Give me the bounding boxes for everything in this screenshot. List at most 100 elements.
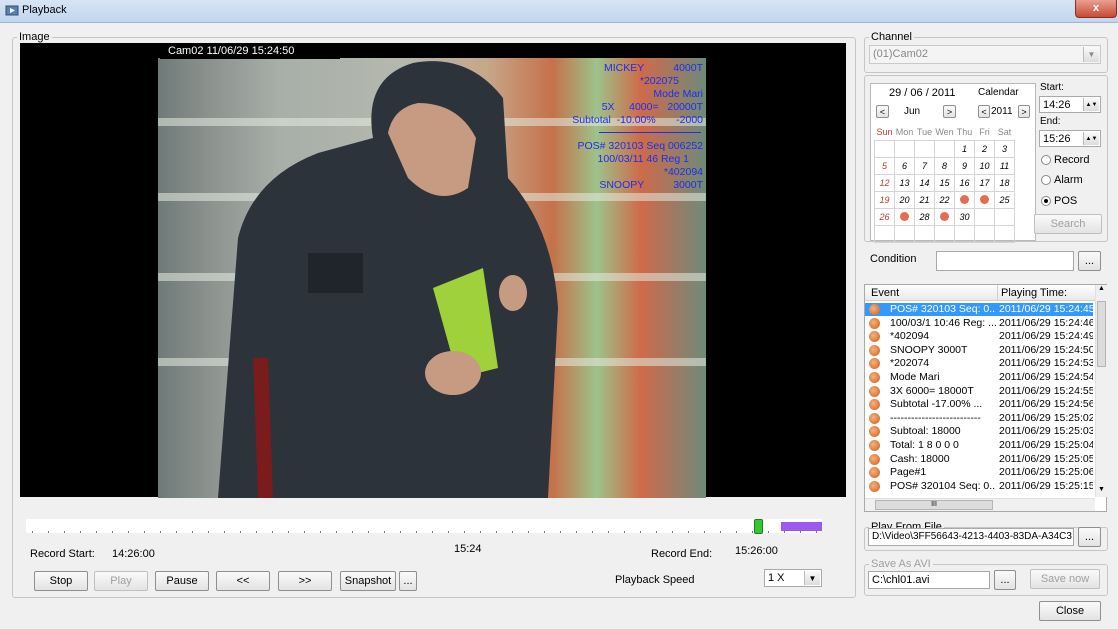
event-row[interactable]: Mode Mari 2011/06/29 15:24:54 (865, 371, 1093, 384)
event-list-hscrollbar[interactable]: III (865, 498, 1095, 511)
calendar-day[interactable] (934, 208, 955, 226)
calendar-day[interactable]: 3 (994, 140, 1015, 158)
calendar-day[interactable]: 22 (934, 191, 955, 209)
calendar-day[interactable] (994, 208, 1015, 226)
play-from-file-path[interactable]: D:\Video\3FF56643-4213-4403-83DA-A34C3 (868, 528, 1074, 546)
fast-forward-button[interactable]: >> (278, 571, 332, 591)
calendar-day[interactable] (894, 140, 915, 158)
event-column-header[interactable]: Event (871, 287, 899, 299)
stop-button[interactable]: Stop (34, 571, 88, 591)
event-row[interactable]: Subtotal -17.00% ... 2011/06/29 15:24:56 (865, 398, 1093, 411)
save-avi-browse-button[interactable]: ... (994, 570, 1016, 590)
calendar-day[interactable] (894, 208, 915, 226)
end-time-input[interactable]: 15:26 ▲▼ (1039, 130, 1101, 147)
calendar-day[interactable]: 26 (874, 208, 895, 226)
calendar-day[interactable]: 25 (994, 191, 1015, 209)
event-row[interactable]: POS# 320103 Seq: 0... 2011/06/29 15:24:45 (865, 303, 1093, 316)
next-month-button[interactable]: > (943, 105, 956, 118)
calendar-day[interactable]: 20 (894, 191, 915, 209)
next-year-button[interactable]: > (1018, 105, 1030, 118)
calendar-day[interactable]: 30 (954, 208, 975, 226)
calendar-day[interactable] (974, 208, 995, 226)
calendar-day[interactable]: 2 (974, 140, 995, 158)
calendar-day[interactable]: 16 (954, 174, 975, 192)
event-row[interactable]: Subtoal: 18000 2011/06/29 15:25:03 (865, 425, 1093, 438)
calendar-day[interactable] (874, 225, 895, 243)
calendar-day[interactable]: 1 (954, 140, 975, 158)
calendar-day[interactable]: 19 (874, 191, 895, 209)
calendar-day[interactable]: 18 (994, 174, 1015, 192)
event-list[interactable]: Event Playing Time: POS# 320103 Seq: 0..… (864, 284, 1107, 512)
calendar-day[interactable] (954, 191, 975, 209)
event-row[interactable]: Page#1 2011/06/29 15:25:06 (865, 466, 1093, 479)
timeline-track[interactable] (26, 519, 822, 534)
event-row[interactable]: -------------------------- 2011/06/29 15:… (865, 412, 1093, 425)
calendar-day[interactable] (974, 191, 995, 209)
calendar-day[interactable]: 14 (914, 174, 935, 192)
playing-time-column-header[interactable]: Playing Time: (1001, 287, 1067, 299)
timeline-slider-handle[interactable] (754, 519, 763, 534)
vscroll-thumb[interactable] (1097, 301, 1106, 367)
calendar-day[interactable]: 10 (974, 157, 995, 175)
snapshot-button[interactable]: Snapshot (340, 571, 396, 591)
calendar-day[interactable]: 17 (974, 174, 995, 192)
start-time-input[interactable]: 14:26 ▲▼ (1039, 96, 1101, 113)
record-radio[interactable] (1041, 155, 1051, 165)
prev-month-button[interactable]: < (876, 105, 889, 118)
event-row[interactable]: SNOOPY 3000T 2011/06/29 15:24:50 (865, 344, 1093, 357)
channel-select[interactable]: (01)Cam02 ▼ (869, 45, 1101, 64)
event-row[interactable]: 100/03/1 10:46 Reg: ... 2011/06/29 15:24:… (865, 317, 1093, 330)
spinner-icon[interactable]: ▲▼ (1083, 132, 1099, 145)
prev-year-button[interactable]: < (978, 105, 990, 118)
calendar-day[interactable]: 12 (874, 174, 895, 192)
event-text: SNOOPY 3000T (890, 343, 968, 356)
pause-button[interactable]: Pause (155, 571, 209, 591)
pos-radio[interactable] (1041, 196, 1051, 206)
calendar-day[interactable]: 7 (914, 157, 935, 175)
calendar-day[interactable]: 6 (894, 157, 915, 175)
calendar-day[interactable] (954, 225, 975, 243)
calendar-day[interactable] (914, 225, 935, 243)
calendar-day[interactable]: 11 (994, 157, 1015, 175)
event-row[interactable]: POS# 320104 Seq: 0... 2011/06/29 15:25:15 (865, 480, 1093, 493)
hscroll-thumb[interactable]: III (875, 500, 993, 510)
calendar-day[interactable]: 5 (874, 157, 895, 175)
calendar-day[interactable] (934, 225, 955, 243)
search-button[interactable]: Search (1034, 214, 1102, 234)
calendar-day[interactable]: 15 (934, 174, 955, 192)
event-row[interactable]: *202074 2011/06/29 15:24:53 (865, 357, 1093, 370)
calendar-day[interactable] (914, 140, 935, 158)
calendar-day[interactable]: 8 (934, 157, 955, 175)
window-close-button[interactable]: x (1075, 0, 1117, 18)
rewind-button[interactable]: << (216, 571, 270, 591)
event-row[interactable]: Total: 1 8 0 0 0 2011/06/29 15:25:04 (865, 439, 1093, 452)
event-row[interactable]: 3X 6000= 18000T 2011/06/29 15:24:55 (865, 385, 1093, 398)
event-row[interactable]: Cash: 18000 2011/06/29 15:25:05 (865, 453, 1093, 466)
calendar[interactable]: 29 / 06 / 2011 Calendar < Jun > < 2011 >… (870, 83, 1036, 243)
snapshot-path-button[interactable]: ... (399, 571, 417, 591)
spinner-icon[interactable]: ▲▼ (1083, 98, 1099, 111)
calendar-day[interactable]: 13 (894, 174, 915, 192)
save-now-button[interactable]: Save now (1030, 569, 1100, 589)
condition-input[interactable] (936, 251, 1074, 271)
close-button[interactable]: Close (1039, 601, 1101, 621)
condition-label: Condition (870, 253, 917, 265)
calendar-day[interactable]: 21 (914, 191, 935, 209)
calendar-day[interactable]: 9 (954, 157, 975, 175)
event-list-vscrollbar[interactable]: ▲ ▼ (1095, 285, 1107, 497)
calendar-day[interactable] (994, 225, 1015, 243)
calendar-day[interactable] (974, 225, 995, 243)
playback-speed-select[interactable]: 1 X ▼ (764, 569, 822, 587)
scroll-up-icon[interactable]: ▲ (1098, 285, 1105, 292)
calendar-day[interactable] (874, 140, 895, 158)
calendar-day[interactable] (934, 140, 955, 158)
play-from-file-browse-button[interactable]: ... (1078, 527, 1101, 547)
event-row[interactable]: *402094 2011/06/29 15:24:49 (865, 330, 1093, 343)
calendar-day[interactable] (894, 225, 915, 243)
condition-browse-button[interactable]: ... (1078, 251, 1101, 271)
scroll-down-icon[interactable]: ▼ (1098, 486, 1105, 493)
save-avi-path[interactable]: C:\chl01.avi (868, 571, 990, 589)
alarm-radio[interactable] (1041, 175, 1051, 185)
play-button[interactable]: Play (94, 571, 148, 591)
calendar-day[interactable]: 28 (914, 208, 935, 226)
